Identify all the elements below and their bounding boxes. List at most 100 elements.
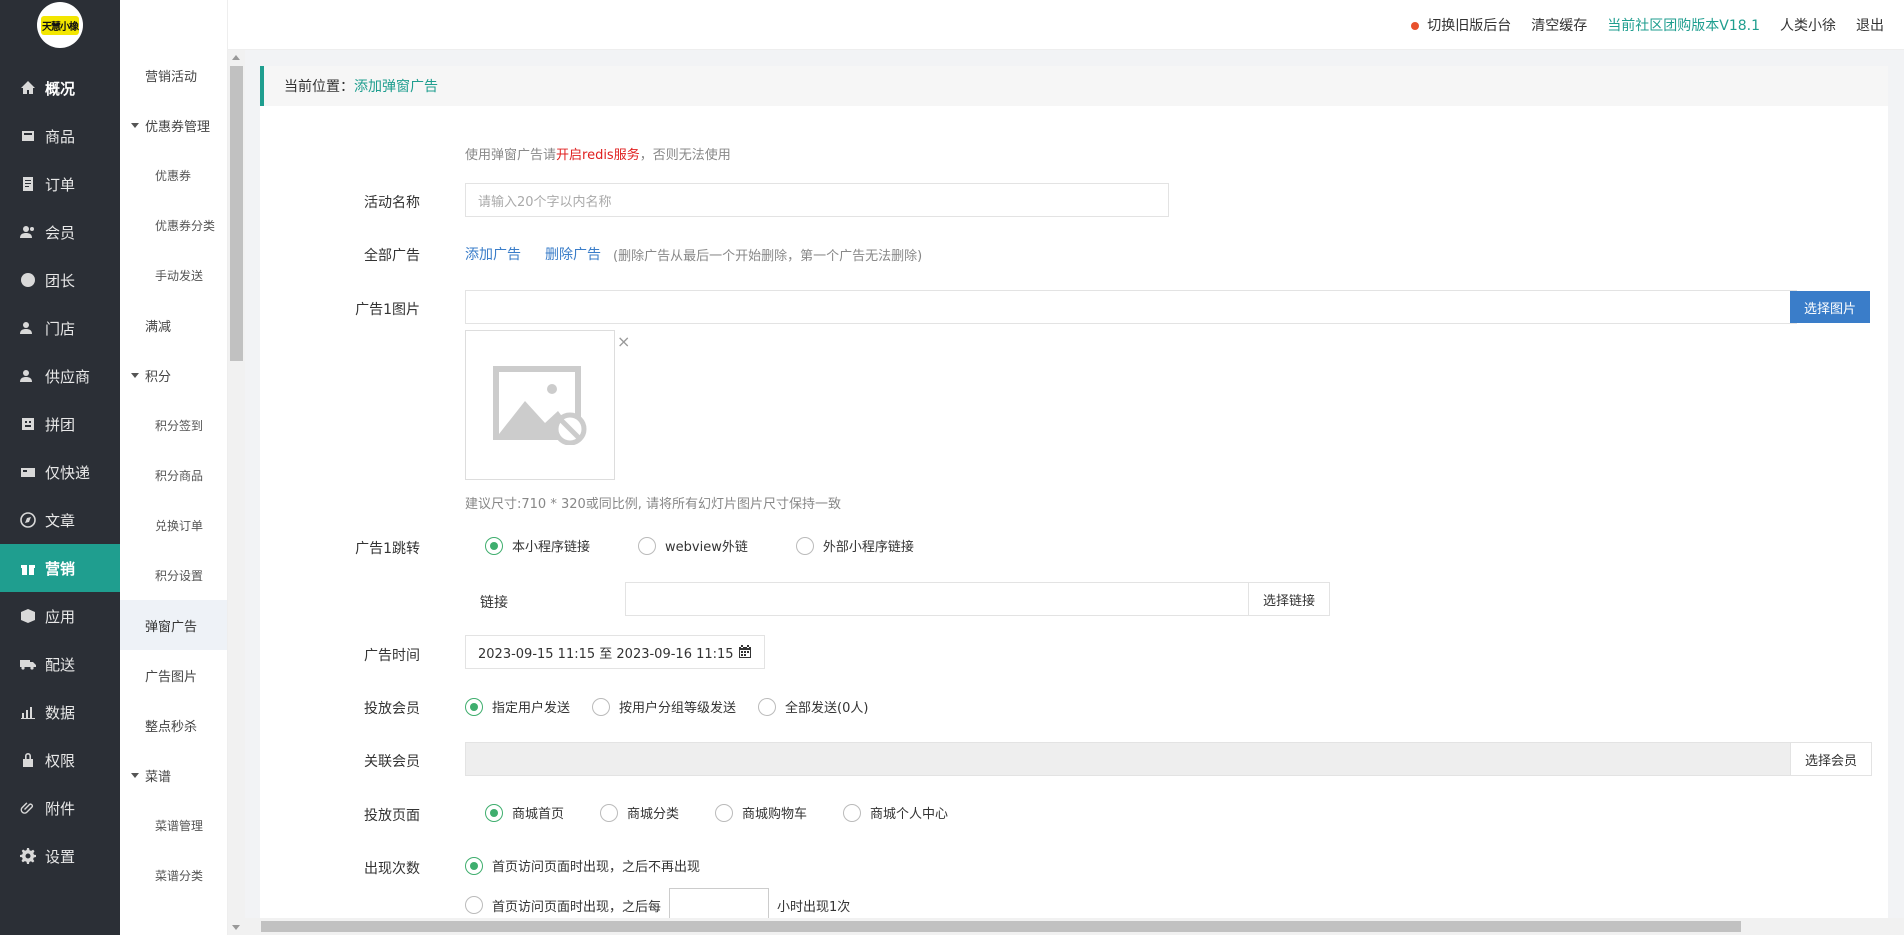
ad1-jump-label: 广告1跳转 (355, 541, 420, 557)
page-option-category[interactable]: 商城分类 (600, 803, 679, 822)
logo-text: 天慧小橡 (41, 15, 79, 35)
activity-name-input[interactable]: 请输入20个字以内名称 (465, 183, 1169, 217)
scroll-down-icon[interactable] (232, 925, 240, 930)
page-option-cart[interactable]: 商城购物车 (715, 803, 807, 822)
app-icon (21, 609, 35, 623)
horizontal-scrollbar[interactable] (245, 918, 1904, 935)
chart-icon (21, 707, 35, 719)
submenu-points[interactable]: 积分 (120, 350, 227, 400)
jump-option-mini-program[interactable]: 本小程序链接 (485, 536, 590, 555)
nav-item-permissions[interactable]: 权限 (0, 736, 120, 784)
target-members-label: 投放会员 (364, 701, 420, 717)
submenu-recipes[interactable]: 菜谱 (120, 750, 227, 800)
submenu-coupon-management[interactable]: 优惠券管理 (120, 100, 227, 150)
nav-item-goods[interactable]: 商品 (0, 112, 120, 160)
submenu-exchange-orders[interactable]: 兑换订单 (120, 500, 227, 550)
attachment-icon (20, 802, 33, 814)
activity-name-label: 活动名称 (364, 195, 420, 211)
add-ad-link[interactable]: 添加广告 (465, 244, 521, 264)
associated-members-input[interactable] (465, 742, 1797, 776)
status-dot-icon (1411, 22, 1420, 30)
breadcrumb-prefix: 当前位置： (284, 79, 354, 95)
nav-item-members[interactable]: 会员 (0, 208, 120, 256)
nav-item-overview[interactable]: 概况 (0, 64, 120, 112)
clear-cache-link[interactable]: 清空缓存 (1531, 15, 1587, 35)
caret-down-icon (131, 122, 139, 128)
caret-down-icon (131, 772, 139, 778)
submenu-ad-images[interactable]: 广告图片 (120, 650, 227, 700)
ad-time-range-input[interactable]: 2023-09-15 11:15 至 2023-09-16 11:15 (465, 635, 765, 669)
truck-icon (20, 660, 36, 670)
frequency-option-every-hours[interactable]: 首页访问页面时出现，之后每 (465, 896, 661, 915)
jump-option-external-mini-program[interactable]: 外部小程序链接 (795, 536, 914, 555)
submenu-marketing-activity[interactable]: 营销活动 (120, 50, 227, 100)
sub-sidebar: 营销活动 优惠券管理 优惠券 优惠券分类 手动发送 满减 积分 积分签到 积分商… (120, 0, 228, 935)
delete-ad-link[interactable]: 删除广告 (545, 244, 601, 264)
select-link-button[interactable]: 选择链接 (1248, 582, 1330, 616)
submenu-points-settings[interactable]: 积分设置 (120, 550, 227, 600)
link-input[interactable] (625, 582, 1249, 616)
target-pages-label: 投放页面 (364, 808, 420, 824)
image-placeholder-icon (493, 366, 587, 445)
logo[interactable]: 天慧小橡 (0, 0, 120, 50)
target-option-by-group[interactable]: 按用户分组等级发送 (592, 697, 736, 716)
page-option-profile[interactable]: 商城个人中心 (843, 803, 948, 822)
breadcrumb-current[interactable]: 添加弹窗广告 (354, 76, 438, 96)
all-ads-label: 全部广告 (364, 248, 420, 264)
submenu-manual-send[interactable]: 手动发送 (120, 250, 227, 300)
nav-item-settings[interactable]: 设置 (0, 832, 120, 880)
submenu-points-signin[interactable]: 积分签到 (120, 400, 227, 450)
ad1-image-preview[interactable] (465, 330, 615, 480)
nav-item-apps[interactable]: 应用 (0, 592, 120, 640)
submenu-flash-sale[interactable]: 整点秒杀 (120, 700, 227, 750)
page-option-home[interactable]: 商城首页 (485, 803, 564, 822)
user-name[interactable]: 人类小徐 (1780, 15, 1836, 35)
nav-item-express[interactable]: 仅快递 (0, 448, 120, 496)
submenu-coupon-category[interactable]: 优惠券分类 (120, 200, 227, 250)
scroll-up-icon[interactable] (232, 55, 240, 60)
submenu-full-reduction[interactable]: 满减 (120, 300, 227, 350)
nav-item-leaders[interactable]: 团长 (0, 256, 120, 304)
calendar-icon (738, 645, 751, 658)
nav-item-orders[interactable]: 订单 (0, 160, 120, 208)
nav-item-articles[interactable]: 文章 (0, 496, 120, 544)
nav-item-group-buy[interactable]: 拼团 (0, 400, 120, 448)
caret-down-icon (131, 372, 139, 378)
supplier-icon (20, 370, 32, 382)
ad1-image-path-input[interactable] (465, 290, 1797, 324)
breadcrumb: 当前位置： 添加弹窗广告 (260, 66, 1888, 106)
link-label: 链接 (480, 595, 508, 611)
scrollbar-thumb[interactable] (230, 66, 243, 361)
frequency-hours-input[interactable] (669, 888, 770, 922)
associated-members-label: 关联会员 (364, 754, 420, 770)
nav-item-attachments[interactable]: 附件 (0, 784, 120, 832)
target-option-specified[interactable]: 指定用户发送 (465, 697, 570, 716)
nav-item-delivery[interactable]: 配送 (0, 640, 120, 688)
nav-item-stores[interactable]: 门店 (0, 304, 120, 352)
group-buy-icon (22, 418, 34, 430)
submenu-recipe-management[interactable]: 菜谱管理 (120, 800, 227, 850)
select-member-button[interactable]: 选择会员 (1790, 742, 1872, 776)
logout-link[interactable]: 退出 (1856, 15, 1884, 35)
nav-item-data[interactable]: 数据 (0, 688, 120, 736)
submenu-recipe-category[interactable]: 菜谱分类 (120, 850, 227, 900)
nav-item-suppliers[interactable]: 供应商 (0, 352, 120, 400)
switch-old-backend-link[interactable]: 切换旧版后台 (1411, 15, 1511, 35)
select-image-button[interactable]: 选择图片 (1790, 291, 1870, 323)
ad-time-label: 广告时间 (364, 648, 420, 664)
scrollbar-thumb[interactable] (261, 921, 1741, 932)
nav-item-marketing[interactable]: 营销 (0, 544, 120, 592)
submenu-points-goods[interactable]: 积分商品 (120, 450, 227, 500)
submenu-popup-ads[interactable]: 弹窗广告 (120, 600, 227, 650)
frequency-option-once[interactable]: 首页访问页面时出现，之后不再出现 (465, 856, 700, 875)
top-bar: 切换旧版后台 清空缓存 当前社区团购版本V18.1 人类小徐 退出 (120, 0, 1904, 50)
gear-icon (20, 848, 36, 864)
remove-image-icon[interactable]: × (617, 332, 630, 351)
home-icon (21, 81, 35, 94)
main-sidebar: 天慧小橡 概况 商品 订单 会员 团长 门店 供应商 拼团 仅快递 文章 营销 … (0, 0, 120, 935)
submenu-coupon[interactable]: 优惠券 (120, 150, 227, 200)
jump-option-webview[interactable]: webview外链 (638, 536, 748, 555)
delete-ad-hint: (删除广告从最后一个开始删除，第一个广告无法删除) (613, 248, 923, 264)
vertical-scrollbar[interactable] (228, 50, 245, 935)
target-option-all[interactable]: 全部发送(0人) (758, 697, 868, 716)
